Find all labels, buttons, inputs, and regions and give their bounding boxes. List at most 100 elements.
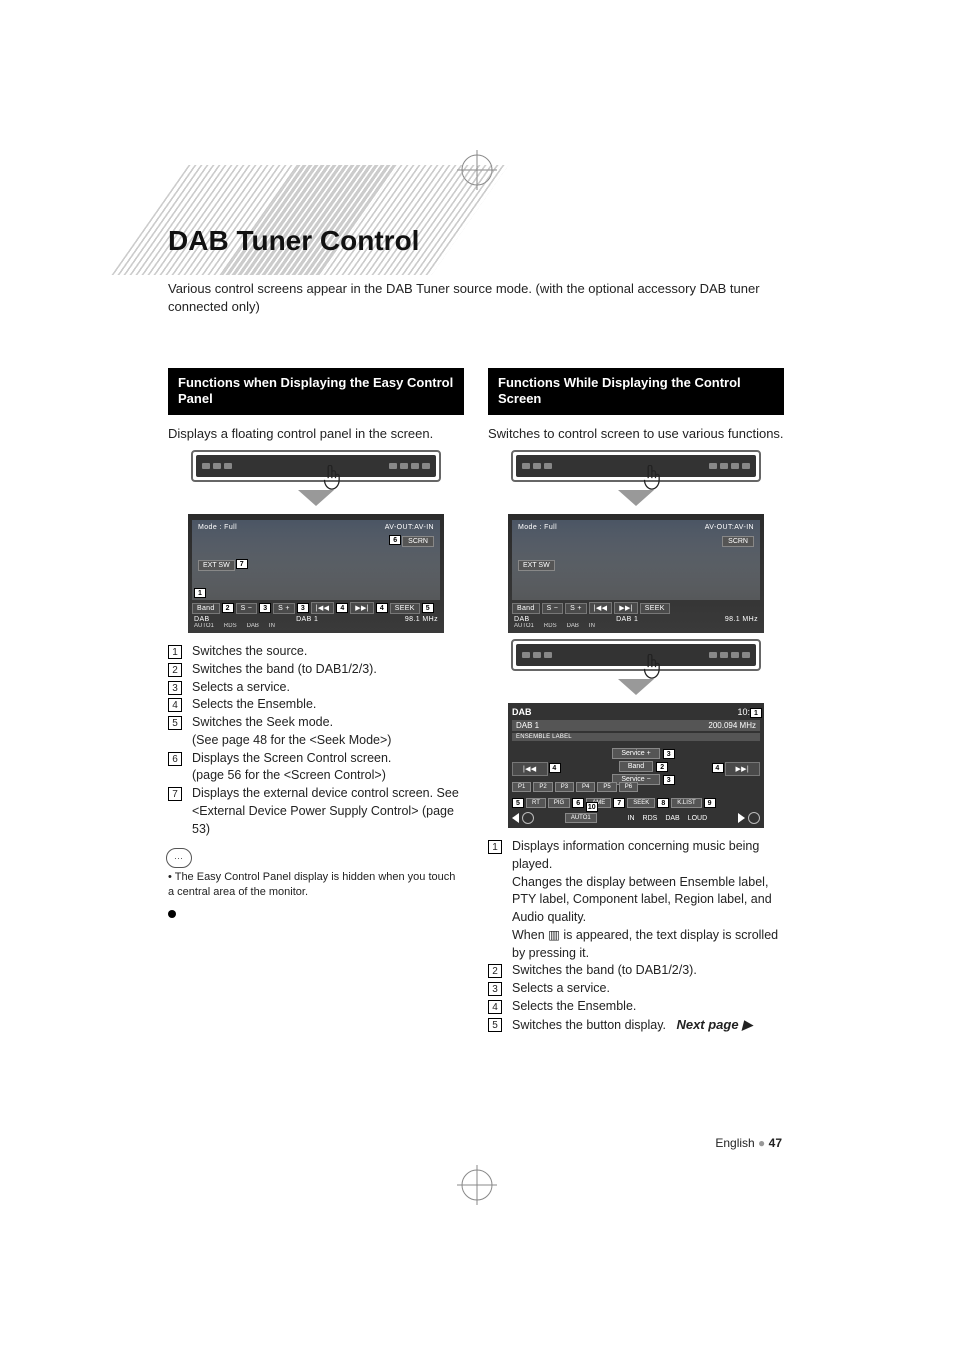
device-illustration <box>191 450 441 482</box>
list-item: 3Selects a service. <box>168 679 464 697</box>
callout-5: 5 <box>422 603 434 613</box>
note-icon: ⋯ <box>166 848 192 868</box>
device-illustration <box>511 450 761 482</box>
list-item-sub: (page 56 for the <Screen Control>) <box>168 767 464 785</box>
list-item: 2Switches the band (to DAB1/2/3). <box>488 962 784 980</box>
callout-1: 1 <box>750 708 762 718</box>
callout-3: 3 <box>663 749 675 759</box>
scrn-button[interactable]: SCRN <box>722 536 754 547</box>
preset-1[interactable]: P1 <box>512 782 531 792</box>
band-button[interactable]: Band <box>512 603 540 614</box>
right-desc: Switches to control screen to use variou… <box>488 425 784 443</box>
next-button[interactable]: ▶▶| <box>350 602 374 614</box>
page-title: DAB Tuner Control <box>168 225 419 257</box>
list-item: 4Selects the Ensemble. <box>168 696 464 714</box>
hand-icon <box>319 465 341 498</box>
callout-7: 7 <box>236 559 248 569</box>
hand-icon <box>639 465 661 498</box>
scrn-button[interactable]: 6 SCRN <box>402 536 434 547</box>
page-footer: English ● 47 <box>0 1136 954 1150</box>
klist-button[interactable]: K.LIST <box>671 798 701 808</box>
list-item: 3Selects a service. <box>488 980 784 998</box>
preset-5[interactable]: P5 <box>597 782 616 792</box>
callout-4b: 4 <box>712 763 724 773</box>
callout-2: 2 <box>222 603 234 613</box>
preset-4[interactable]: P4 <box>576 782 595 792</box>
ensemble-display[interactable]: ENSEMBLE LABEL <box>512 733 760 741</box>
preset-2[interactable]: P2 <box>533 782 552 792</box>
control-screen-main: DAB 10:10 DAB 1 200.094 MHz 1 ENSEMBLE L… <box>508 703 764 828</box>
s-minus-button[interactable]: S − <box>542 603 564 614</box>
list-item: 5Switches the Seek mode. <box>168 714 464 732</box>
list-item: 2Switches the band (to DAB1/2/3). <box>168 661 464 679</box>
src-label: DAB <box>194 616 210 623</box>
left-item-list: 1Switches the source. 2Switches the band… <box>168 643 464 838</box>
band-button[interactable]: Band2 <box>619 761 653 772</box>
callout-1: 1 <box>194 588 206 598</box>
list-item: 4Selects the Ensemble. <box>488 998 784 1016</box>
s-plus-button[interactable]: S + <box>273 603 295 614</box>
seek-button[interactable]: SEEK <box>640 603 670 614</box>
circle-icon <box>522 812 534 824</box>
bullet-decoration <box>168 910 176 918</box>
left-desc: Displays a floating control panel in the… <box>168 425 464 443</box>
rt-button[interactable]: RT <box>526 798 546 808</box>
callout-8: 8 <box>657 798 669 808</box>
freq-label: 98.1 MHz <box>405 616 438 623</box>
right-column: Functions While Displaying the Control S… <box>488 368 784 1044</box>
next-button[interactable]: ▶▶|4 <box>725 762 761 776</box>
callout-7: 7 <box>613 798 625 808</box>
prev-button[interactable]: |◀◀4 <box>512 762 548 776</box>
next-button[interactable]: ▶▶| <box>614 602 638 614</box>
band-label: DAB 1 <box>296 616 318 623</box>
band-display[interactable]: DAB 1 200.094 MHz 1 <box>512 720 760 731</box>
src-title: DAB <box>512 707 532 717</box>
list-item: 5Switches the button display. Next page … <box>488 1016 784 1035</box>
service-plus-button[interactable]: Service +3 <box>612 748 659 759</box>
section-heading-right: Functions While Displaying the Control S… <box>488 368 784 415</box>
list-item-sub: (See page 48 for the <Seek Mode>) <box>168 732 464 750</box>
callout-3: 3 <box>259 603 271 613</box>
intro-text: Various control screens appear in the DA… <box>168 280 808 315</box>
preset-6[interactable]: P6 <box>619 782 638 792</box>
prev-button[interactable]: |◀◀ <box>311 602 335 614</box>
registration-mark-bottom <box>457 1165 497 1210</box>
pig-button[interactable]: PIG <box>548 798 570 808</box>
callout-4: 4 <box>549 763 561 773</box>
band-button[interactable]: Band <box>192 603 220 614</box>
control-screen-top: Mode : Full AV-OUT:AV-IN SCRN EXT SW Ban… <box>508 514 764 633</box>
avout-label: AV-OUT:AV-IN <box>385 524 434 531</box>
left-column: Functions when Displaying the Easy Contr… <box>168 368 464 1044</box>
extsw-button[interactable]: EXT SW <box>518 560 555 571</box>
seek-button[interactable]: SEEK <box>390 603 420 614</box>
callout-10: 10 <box>586 802 598 812</box>
list-item: 1Displays information concerning music b… <box>488 838 784 874</box>
easy-control-screen: Mode : Full AV-OUT:AV-IN 6 SCRN EXT SW 7… <box>188 514 444 633</box>
extsw-button[interactable]: EXT SW 7 <box>198 560 235 571</box>
list-item: 7Displays the external device control sc… <box>168 785 464 838</box>
mode-label: Mode : Full <box>198 524 237 531</box>
s-minus-button[interactable]: S − <box>236 603 258 614</box>
callout-6: 6 <box>572 798 584 808</box>
hand-icon <box>639 654 661 687</box>
device-illustration <box>511 639 761 671</box>
list-item: 1Switches the source. <box>168 643 464 661</box>
circle-icon <box>748 812 760 824</box>
page-left-icon[interactable] <box>512 813 519 823</box>
prev-button[interactable]: |◀◀ <box>589 602 613 614</box>
page-right-icon[interactable] <box>738 813 745 823</box>
callout-3b: 3 <box>297 603 309 613</box>
seek-button[interactable]: SEEK <box>627 798 655 808</box>
s-plus-button[interactable]: S + <box>565 603 587 614</box>
list-item-sub: When ▥ is appeared, the text display is … <box>488 927 784 963</box>
note-text: • The Easy Control Panel display is hidd… <box>168 870 464 900</box>
callout-9: 9 <box>704 798 716 808</box>
right-item-list: 1Displays information concerning music b… <box>488 838 784 1034</box>
callout-6: 6 <box>389 535 401 545</box>
list-item: 6Displays the Screen Control screen. <box>168 750 464 768</box>
callout-4b: 4 <box>376 603 388 613</box>
preset-3[interactable]: P3 <box>555 782 574 792</box>
callout-2: 2 <box>656 762 668 772</box>
auto1-button[interactable]: AUTO110 <box>565 813 597 823</box>
next-page-link[interactable]: Next page ▶ <box>676 1017 752 1032</box>
